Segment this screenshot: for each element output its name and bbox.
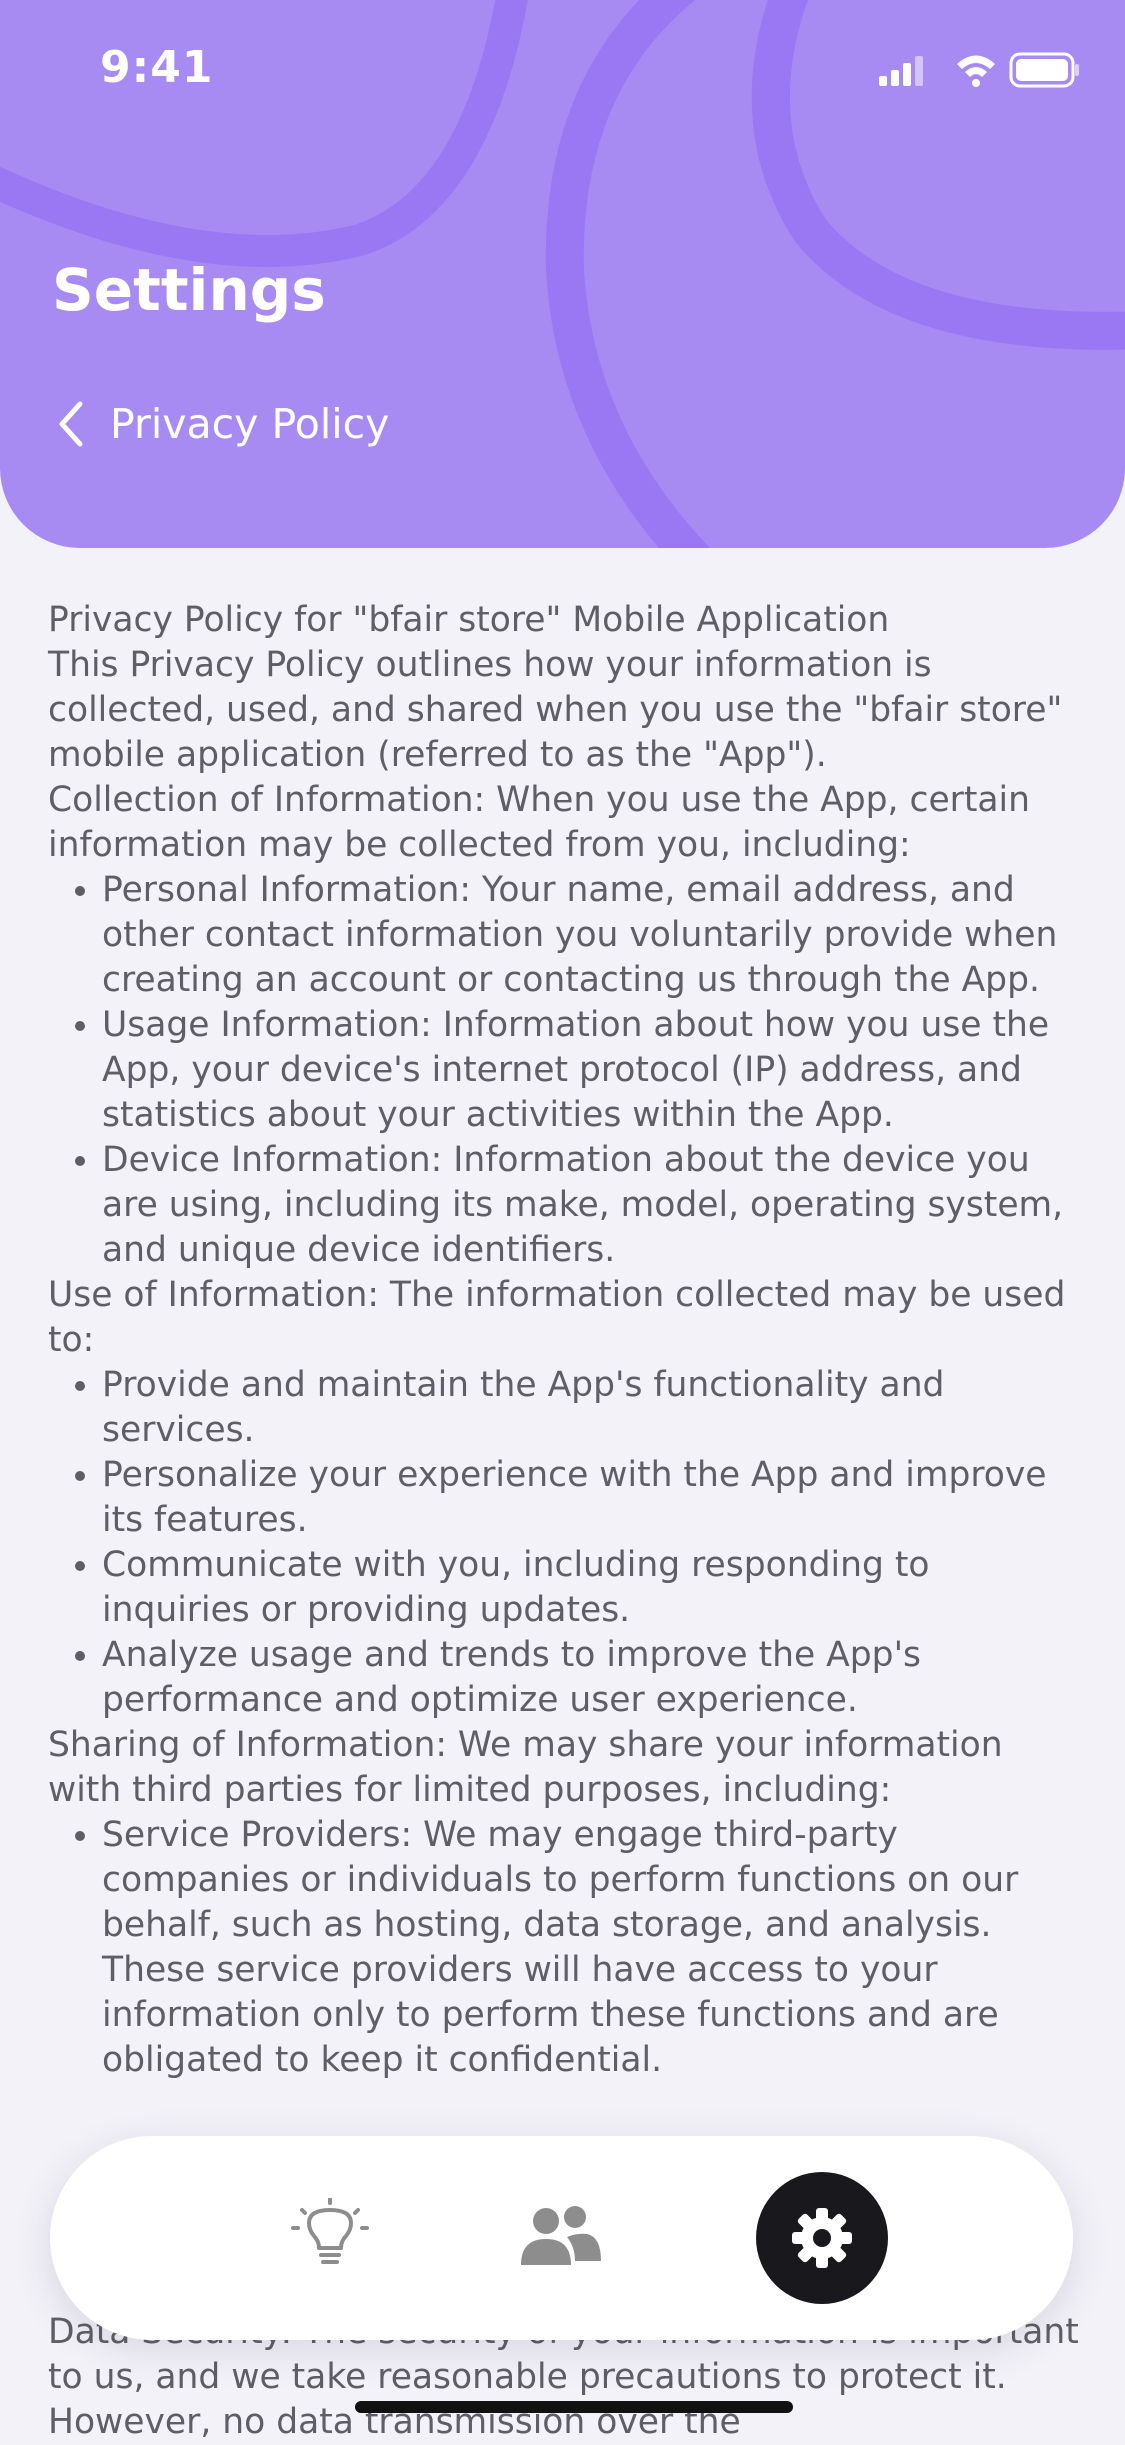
tab-settings[interactable] — [756, 2172, 888, 2304]
list-item: Personalize your experience with the App… — [102, 1453, 1078, 1543]
list-item: Personal Information: Your name, email a… — [102, 868, 1078, 1003]
tab-ideas[interactable] — [264, 2172, 396, 2304]
privacy-policy-text: Privacy Policy for "bfair store" Mobile … — [48, 598, 1078, 2083]
list-item: Communicate with you, including respondi… — [102, 1543, 1078, 1633]
lightbulb-icon — [291, 2198, 369, 2264]
status-bar: 9:41 — [0, 0, 1125, 140]
collection-list: Personal Information: Your name, email a… — [48, 868, 1078, 1273]
users-icon — [521, 2206, 601, 2265]
policy-heading: Privacy Policy for "bfair store" Mobile … — [48, 600, 890, 640]
wifi-icon — [957, 55, 995, 87]
list-item: Device Information: Information about th… — [102, 1138, 1078, 1273]
sharing-list: Service Providers: We may engage third-p… — [48, 1813, 1078, 2083]
status-time: 9:41 — [100, 42, 214, 93]
sharing-heading: Sharing of Information: We may share you… — [48, 1725, 1003, 1810]
home-indicator — [355, 2401, 793, 2413]
page-title: Settings — [52, 256, 326, 324]
list-item: Service Providers: We may engage third-p… — [102, 1813, 1078, 2083]
collection-heading: Collection of Information: When you use … — [48, 780, 1030, 865]
list-item: Analyze usage and trends to improve the … — [102, 1633, 1078, 1723]
use-heading: Use of Information: The information coll… — [48, 1275, 1066, 1360]
use-list: Provide and maintain the App's functiona… — [48, 1363, 1078, 1723]
list-item: Provide and maintain the App's functiona… — [102, 1363, 1078, 1453]
battery-icon — [1009, 52, 1079, 88]
header: 9:41 Settings Privacy Policy — [0, 0, 1125, 548]
status-icons — [879, 50, 1079, 94]
back-button[interactable]: Privacy Policy — [52, 396, 389, 452]
signal-icon — [879, 56, 923, 86]
list-item: Usage Information: Information about how… — [102, 1003, 1078, 1138]
gear-icon — [792, 2208, 852, 2268]
back-button-label: Privacy Policy — [110, 400, 390, 448]
tab-community[interactable] — [494, 2172, 626, 2304]
policy-intro: This Privacy Policy outlines how your in… — [48, 645, 1063, 775]
tab-bar — [50, 2136, 1073, 2340]
chevron-left-icon — [59, 401, 83, 447]
